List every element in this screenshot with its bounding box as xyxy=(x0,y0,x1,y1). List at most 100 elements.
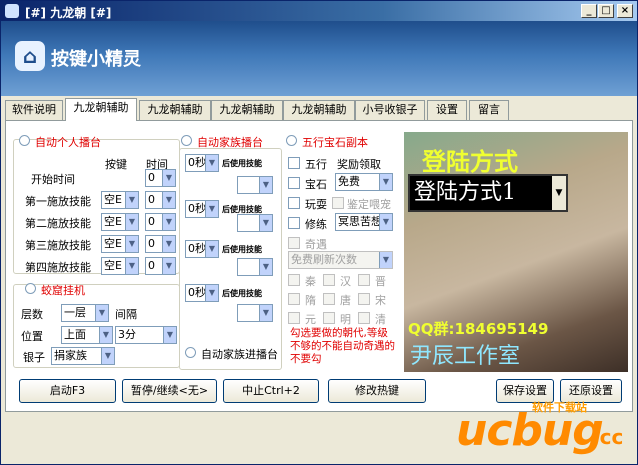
chevron-down-icon: ▼ xyxy=(99,327,112,343)
silver-select[interactable]: 捐家族 ▼ xyxy=(51,347,115,365)
family-slot-2-time[interactable]: 0秒 ▼ xyxy=(185,200,219,218)
dynasty-yuan-checkbox[interactable] xyxy=(288,312,300,324)
chevron-down-icon: ▼ xyxy=(125,258,138,274)
studio-name: 尹辰工作室 xyxy=(410,344,521,369)
tab-jiulong-3[interactable]: 九龙朝辅助 xyxy=(211,100,283,120)
start-time-label: 开始时间 xyxy=(31,173,75,186)
dynasty-jin-checkbox[interactable] xyxy=(358,274,370,286)
baoshi-checkbox[interactable] xyxy=(288,177,300,189)
skill-3-time[interactable]: 0 ▼ xyxy=(145,235,176,253)
family-slot-2-skill[interactable]: ▼ xyxy=(237,214,273,232)
skill-4-time[interactable]: 0 ▼ xyxy=(145,257,176,275)
title-bar[interactable]: [#] 九龙朝 [#] _ □ × xyxy=(1,1,637,21)
chevron-down-icon: ▼ xyxy=(162,258,175,274)
skill-1-time[interactable]: 0 ▼ xyxy=(145,191,176,209)
skill-3-label: 第三施放技能 xyxy=(25,239,91,252)
wanshua-checkbox[interactable] xyxy=(288,197,300,209)
brand-banner: ⌂ 按键小精灵 xyxy=(1,21,637,96)
family-slot-3-time[interactable]: 0秒 ▼ xyxy=(185,240,219,258)
tab-jiulong-1[interactable]: 九龙朝辅助 xyxy=(65,98,137,121)
start-button[interactable]: 启动F3 xyxy=(19,379,116,403)
personal-radio[interactable] xyxy=(19,135,30,146)
dynasty-han-checkbox[interactable] xyxy=(323,274,335,286)
wuxing-checkbox[interactable] xyxy=(288,157,300,169)
col-key: 按键 xyxy=(105,158,127,171)
login-method-select[interactable]: 登陆方式1 ▼ xyxy=(408,174,568,212)
dungeon-label: 五行宝石副本 xyxy=(302,136,368,149)
chevron-down-icon: ▼ xyxy=(552,176,566,210)
tab-jiulong-4[interactable]: 九龙朝辅助 xyxy=(283,100,355,120)
family-slot-4-skill[interactable]: ▼ xyxy=(237,304,273,322)
chevron-down-icon: ▼ xyxy=(162,214,175,230)
chevron-down-icon: ▼ xyxy=(205,285,218,301)
family-slot-1-skill[interactable]: ▼ xyxy=(237,176,273,194)
maximize-button[interactable]: □ xyxy=(598,4,614,18)
appraise-label: 鉴定喂宠 xyxy=(347,198,391,211)
skill-4-label: 第四施放技能 xyxy=(25,261,91,274)
family-slot-1-time[interactable]: 0秒 ▼ xyxy=(185,154,219,172)
tab-jiulong-2[interactable]: 九龙朝辅助 xyxy=(139,100,211,120)
chevron-down-icon: ▼ xyxy=(379,174,392,190)
chevron-down-icon: ▼ xyxy=(379,252,392,268)
dynasty-tang-checkbox[interactable] xyxy=(323,293,335,305)
login-ad-image: 登陆方式 登陆方式1 ▼ QQ群:184695149 尹辰工作室 xyxy=(404,132,628,372)
meditate-select[interactable]: 冥思苦想 ▼ xyxy=(335,213,393,231)
dynasty-sui-checkbox[interactable] xyxy=(288,293,300,305)
wuxing-label: 五行 xyxy=(305,158,327,171)
dynasty-qin-checkbox[interactable] xyxy=(288,274,300,286)
tab-settings[interactable]: 设置 xyxy=(427,100,467,120)
cave-radio[interactable] xyxy=(25,283,36,294)
position-select[interactable]: 上面 ▼ xyxy=(61,326,113,344)
family-enter-radio[interactable] xyxy=(185,347,196,358)
skill-2-key[interactable]: 空E ▼ xyxy=(101,213,139,231)
chevron-down-icon: ▼ xyxy=(379,214,392,230)
home-icon: ⌂ xyxy=(15,41,45,71)
layer-select[interactable]: 一层 ▼ xyxy=(61,304,109,322)
qiyu-checkbox[interactable] xyxy=(288,237,300,249)
start-time-select[interactable]: 0 ▼ xyxy=(145,169,176,187)
minimize-button[interactable]: _ xyxy=(581,4,597,18)
skill-2-label: 第二施放技能 xyxy=(25,217,91,230)
skill-4-key[interactable]: 空E ▼ xyxy=(101,257,139,275)
skill-1-key[interactable]: 空E ▼ xyxy=(101,191,139,209)
tab-help[interactable]: 软件说明 xyxy=(5,100,63,120)
chevron-down-icon: ▼ xyxy=(259,259,272,275)
dynasty-song-checkbox[interactable] xyxy=(358,293,370,305)
chevron-down-icon: ▼ xyxy=(162,236,175,252)
chevron-down-icon: ▼ xyxy=(205,201,218,217)
chevron-down-icon: ▼ xyxy=(162,170,175,186)
layer-label: 层数 xyxy=(21,308,43,321)
dynasty-qing-checkbox[interactable] xyxy=(358,312,370,324)
dynasty-song-label: 宋 xyxy=(375,294,386,307)
skill-3-key[interactable]: 空E ▼ xyxy=(101,235,139,253)
stop-button[interactable]: 中止Ctrl+2 xyxy=(223,379,319,403)
family-slot-4-time[interactable]: 0秒 ▼ xyxy=(185,284,219,302)
interval-select[interactable]: 3分 ▼ xyxy=(115,326,177,344)
skill-2-time[interactable]: 0 ▼ xyxy=(145,213,176,231)
reward-select[interactable]: 免费 ▼ xyxy=(335,173,393,191)
tab-alt-silver[interactable]: 小号收银子 xyxy=(355,100,425,120)
chevron-down-icon: ▼ xyxy=(259,215,272,231)
chevron-down-icon: ▼ xyxy=(259,177,272,193)
dynasty-ming-checkbox[interactable] xyxy=(323,312,335,324)
qq-group-text: QQ群:184695149 xyxy=(408,320,549,338)
chevron-down-icon: ▼ xyxy=(259,305,272,321)
appraise-checkbox[interactable] xyxy=(332,197,344,209)
watermark-logo: ucbug xyxy=(456,405,604,456)
family-enter-label: 自动家族进播台 xyxy=(201,348,278,361)
family-radio[interactable] xyxy=(181,135,192,146)
refresh-select[interactable]: 免费刷新次数 ▼ xyxy=(288,251,393,269)
family-slot-3-skill[interactable]: ▼ xyxy=(237,258,273,276)
tab-message[interactable]: 留言 xyxy=(469,100,509,120)
dynasty-jin-label: 晋 xyxy=(375,275,386,288)
hotkey-button[interactable]: 修改热键 xyxy=(328,379,426,403)
personal-label: 自动个人播台 xyxy=(35,136,101,149)
pause-button[interactable]: 暂停/继续<无> xyxy=(122,379,217,403)
xiulian-checkbox[interactable] xyxy=(288,217,300,229)
ad-title: 登陆方式 xyxy=(422,147,518,176)
position-label: 位置 xyxy=(21,330,43,343)
chevron-down-icon: ▼ xyxy=(101,348,114,364)
close-button[interactable]: × xyxy=(617,4,633,18)
dynasty-note: 勾选要做的朝代,等级不够的不能自动奇遇的不要勾 xyxy=(290,327,395,365)
dungeon-radio[interactable] xyxy=(286,135,297,146)
